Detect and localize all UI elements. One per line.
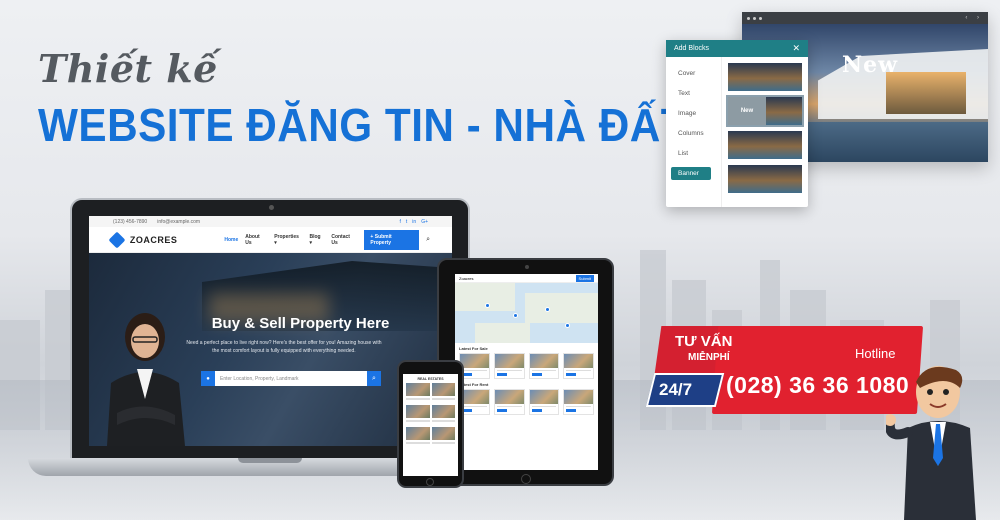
map-pin-icon[interactable] — [565, 323, 570, 328]
businessman-mascot — [886, 366, 976, 520]
add-blocks-panel: Add Blocks ✕ Cover Text Image Columns Li… — [666, 40, 808, 207]
phone-screen: REAL ESTATES — [403, 374, 458, 476]
block-thumbnail[interactable] — [728, 131, 802, 159]
nav-properties[interactable]: Properties ▾ — [274, 234, 302, 246]
availability-text: 24/7 — [659, 380, 693, 399]
linkedin-icon[interactable]: in — [412, 219, 416, 225]
hotline-label: Hotline — [855, 346, 896, 361]
house-window — [886, 72, 966, 114]
submit-property-button[interactable]: + Submit Property — [364, 229, 420, 250]
window-dot-icon — [747, 16, 750, 20]
listing-card[interactable] — [406, 427, 430, 447]
listing-card[interactable] — [431, 427, 455, 447]
site-topbar: (123) 456-7890 info@example.com f t in G… — [89, 216, 452, 227]
phone-home-button — [426, 478, 434, 486]
tablet-submit-button[interactable]: Submit — [575, 274, 594, 282]
tablet-listing-grid — [455, 353, 598, 379]
block-thumbnail-selected[interactable]: New — [726, 95, 804, 127]
listing-card[interactable] — [406, 405, 430, 425]
tablet-home-button — [521, 474, 531, 484]
tablet-nav: Zoacres Submit — [455, 274, 598, 283]
tablet-logo[interactable]: Zoacres — [459, 276, 473, 281]
tablet-section-sale: Latest For Sale — [459, 346, 488, 351]
google-plus-icon[interactable]: G+ — [421, 219, 428, 225]
tablet-listing-grid — [455, 389, 598, 415]
site-nav: ZOACRES Home About Us Properties ▾ Blog … — [89, 227, 452, 253]
consult-line-1: TƯ VẤN — [675, 333, 733, 350]
tablet-screen: Zoacres Submit Latest For Sale Latest Fo… — [455, 274, 598, 470]
hero-subtitle: Need a perfect place to live right now? … — [186, 340, 382, 354]
window-dot-icon — [759, 16, 762, 20]
tablet-section-rent: Latest For Rent — [459, 382, 489, 387]
listing-card[interactable] — [493, 389, 525, 415]
laptop-notch — [238, 458, 302, 463]
laptop-camera — [269, 205, 274, 210]
headline-script: Thiết kế — [38, 46, 218, 91]
nav-blog[interactable]: Blog ▾ — [310, 234, 325, 246]
hero-search-bar: ● Enter Location, Property, Landmark ⌕ — [201, 371, 381, 386]
listing-card[interactable] — [563, 389, 594, 415]
listing-card[interactable] — [563, 353, 594, 379]
map-pin-icon[interactable] — [545, 307, 550, 312]
map-land — [475, 323, 530, 343]
topbar-email: info@example.com — [157, 218, 201, 225]
block-item-cover[interactable]: Cover — [671, 67, 711, 80]
phone-listing-grid — [403, 383, 458, 447]
phone-title: REAL ESTATES — [417, 377, 444, 381]
nav-contact[interactable]: Contact Us — [331, 234, 357, 246]
block-item-banner[interactable]: Banner — [671, 167, 711, 180]
twitter-icon[interactable]: t — [406, 219, 407, 225]
listing-card[interactable] — [431, 405, 455, 425]
block-item-list[interactable]: List — [671, 147, 711, 160]
listing-card[interactable] — [528, 389, 560, 415]
browser-titlebar: ‹ › — [742, 12, 988, 24]
map-land — [525, 293, 598, 323]
listing-card[interactable] — [528, 353, 560, 379]
block-thumbnail[interactable] — [728, 165, 802, 193]
add-blocks-title: Add Blocks — [674, 45, 710, 52]
close-icon[interactable]: ✕ — [792, 43, 800, 54]
site-logo[interactable]: ZOACRES — [130, 235, 178, 245]
block-thumbnail[interactable] — [728, 63, 802, 91]
listing-card[interactable] — [493, 353, 525, 379]
nav-about[interactable]: About Us — [245, 234, 267, 246]
search-icon[interactable]: ⌕ — [426, 236, 430, 244]
search-icon[interactable]: ⌕ — [367, 371, 381, 386]
listing-card[interactable] — [406, 383, 430, 403]
window-dot-icon — [753, 16, 756, 20]
block-type-list: Cover Text Image Columns List Banner — [666, 57, 716, 197]
tablet-map[interactable] — [455, 283, 598, 343]
smartphone: REAL ESTATES — [397, 360, 464, 488]
thumbnail-new-label: New — [728, 97, 766, 125]
browser-nav-arrows[interactable]: ‹ › — [965, 15, 983, 21]
nav-home[interactable]: Home — [224, 237, 238, 243]
block-item-columns[interactable]: Columns — [671, 127, 711, 140]
listing-card[interactable] — [431, 383, 455, 403]
tablet-camera — [525, 265, 529, 269]
facebook-icon[interactable]: f — [400, 219, 401, 225]
new-badge: New — [842, 52, 899, 78]
add-blocks-header: Add Blocks ✕ — [666, 40, 808, 57]
map-pin-icon[interactable] — [513, 313, 518, 318]
map-pin-icon[interactable] — [485, 303, 490, 308]
social-links: f t in G+ — [400, 219, 429, 225]
consult-line-2: MIỄNPHÍ — [688, 352, 730, 363]
headline-title: WEBSITE ĐĂNG TIN - NHÀ ĐẤT — [38, 99, 688, 151]
hero-title: Buy & Sell Property Here — [211, 315, 390, 332]
logo-icon — [108, 231, 126, 248]
topbar-phone: (123) 456-7890 — [113, 218, 148, 225]
hero-search-input[interactable]: Enter Location, Property, Landmark — [215, 376, 367, 382]
block-thumbnails: New — [721, 57, 808, 207]
hotline-number[interactable]: (028) 36 36 1080 — [726, 372, 909, 399]
block-item-image[interactable]: Image — [671, 107, 711, 120]
block-item-text[interactable]: Text — [671, 87, 711, 100]
location-pin-icon: ● — [201, 371, 215, 386]
